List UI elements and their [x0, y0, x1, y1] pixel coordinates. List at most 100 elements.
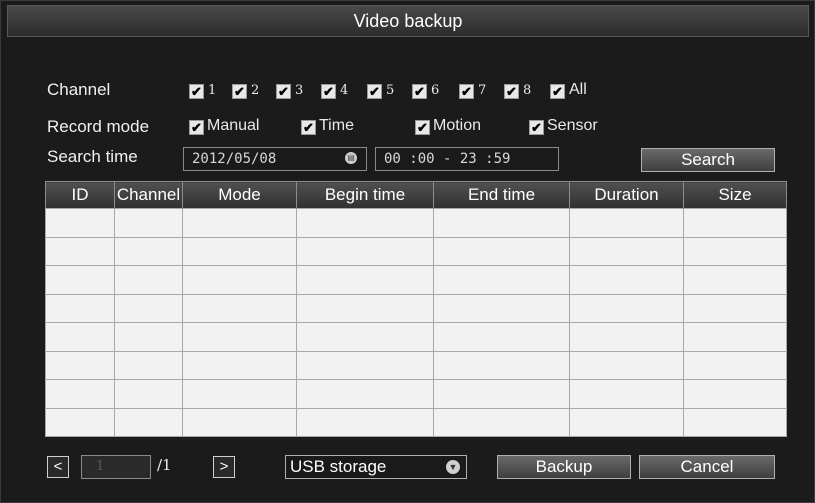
search-time-range-field[interactable]: 00 :00 - 23 :59 — [375, 147, 559, 171]
cancel-button[interactable]: Cancel — [639, 455, 775, 479]
table-cell — [182, 236, 297, 266]
column-header-channel: Channel — [114, 181, 183, 209]
channel-6-checkbox[interactable]: ✔ — [412, 84, 427, 99]
backup-button[interactable]: Backup — [497, 455, 631, 479]
table-cell — [45, 236, 115, 266]
mode-time-checkbox[interactable]: ✔ — [301, 120, 316, 135]
channel-1-checkbox[interactable]: ✔ — [189, 84, 204, 99]
table-cell — [182, 407, 297, 437]
table-row[interactable] — [45, 379, 787, 409]
search-time-label: Search time — [47, 147, 138, 166]
mode-manual-label: Manual — [207, 117, 260, 134]
mode-time-label: Time — [319, 117, 354, 134]
table-cell — [45, 379, 115, 409]
channel-all-label: All — [569, 81, 587, 98]
table-cell — [182, 379, 297, 409]
table-cell — [182, 265, 297, 295]
table-cell — [114, 379, 183, 409]
table-cell — [114, 293, 183, 323]
table-cell — [433, 208, 570, 238]
table-cell — [433, 236, 570, 266]
search-date-field[interactable]: 2012/05/08 — [183, 147, 367, 171]
table-cell — [296, 350, 434, 380]
column-header-id: ID — [45, 181, 115, 209]
table-cell — [433, 265, 570, 295]
storage-select-value: USB storage — [290, 457, 387, 476]
table-row[interactable] — [45, 350, 787, 380]
table-cell — [45, 208, 115, 238]
mode-sensor-checkbox[interactable]: ✔ — [529, 120, 544, 135]
channel-3-checkbox[interactable]: ✔ — [276, 84, 291, 99]
table-row[interactable] — [45, 322, 787, 352]
chevron-down-icon[interactable]: ▼ — [446, 460, 460, 474]
table-cell — [182, 293, 297, 323]
mode-manual-checkbox[interactable]: ✔ — [189, 120, 204, 135]
channel-4-checkbox[interactable]: ✔ — [321, 84, 336, 99]
table-cell — [182, 350, 297, 380]
table-row[interactable] — [45, 208, 787, 238]
table-row[interactable] — [45, 265, 787, 295]
channel-5-label: 5 — [386, 83, 395, 98]
table-cell — [114, 407, 183, 437]
channel-all-checkbox[interactable]: ✔ — [550, 84, 565, 99]
table-cell — [45, 350, 115, 380]
table-cell — [296, 236, 434, 266]
table-cell — [114, 350, 183, 380]
table-cell — [683, 379, 787, 409]
record-mode-label: Record mode — [47, 117, 150, 136]
table-cell — [182, 208, 297, 238]
table-cell — [45, 322, 115, 352]
table-cell — [296, 379, 434, 409]
table-header-row: ID Channel Mode Begin time End time Dura… — [45, 181, 787, 209]
table-cell — [114, 208, 183, 238]
table-cell — [433, 407, 570, 437]
mode-motion-label: Motion — [433, 117, 482, 134]
calendar-icon[interactable]: ▤ — [345, 152, 357, 164]
table-cell — [569, 265, 684, 295]
table-cell — [569, 208, 684, 238]
channel-8-label: 8 — [523, 83, 532, 98]
table-cell — [569, 293, 684, 323]
next-page-button[interactable]: > — [213, 456, 235, 478]
column-header-size: Size — [683, 181, 787, 209]
table-cell — [433, 379, 570, 409]
table-cell — [569, 350, 684, 380]
mode-motion-checkbox[interactable]: ✔ — [415, 120, 430, 135]
table-cell — [433, 293, 570, 323]
table-cell — [296, 322, 434, 352]
channel-6-label: 6 — [431, 83, 440, 98]
table-cell — [683, 407, 787, 437]
table-cell — [45, 407, 115, 437]
channel-8-checkbox[interactable]: ✔ — [504, 84, 519, 99]
storage-select[interactable]: USB storage ▼ — [285, 455, 467, 479]
table-cell — [433, 350, 570, 380]
column-header-duration: Duration — [569, 181, 684, 209]
table-cell — [45, 265, 115, 295]
channel-7-checkbox[interactable]: ✔ — [459, 84, 474, 99]
page-number-input[interactable]: 1 — [81, 455, 151, 479]
channel-label: Channel — [47, 80, 111, 99]
table-row[interactable] — [45, 407, 787, 437]
channel-2-label: 2 — [251, 83, 260, 98]
video-backup-dialog: Video backup Channel ✔ 1 ✔ 2 ✔ 3 ✔ 4 ✔ 5… — [0, 0, 815, 503]
table-cell — [683, 350, 787, 380]
page-total-label: /1 — [157, 456, 172, 474]
table-row[interactable] — [45, 236, 787, 266]
table-row[interactable] — [45, 293, 787, 323]
table-cell — [296, 208, 434, 238]
channel-2-checkbox[interactable]: ✔ — [232, 84, 247, 99]
table-cell — [114, 265, 183, 295]
table-cell — [114, 322, 183, 352]
previous-page-button[interactable]: < — [47, 456, 69, 478]
table-cell — [433, 322, 570, 352]
dialog-title: Video backup — [7, 5, 809, 37]
column-header-end-time: End time — [433, 181, 570, 209]
channel-5-checkbox[interactable]: ✔ — [367, 84, 382, 99]
table-cell — [569, 322, 684, 352]
channel-7-label: 7 — [478, 83, 487, 98]
table-cell — [296, 293, 434, 323]
channel-3-label: 3 — [295, 83, 304, 98]
table-cell — [569, 236, 684, 266]
search-button[interactable]: Search — [641, 148, 775, 172]
column-header-mode: Mode — [182, 181, 297, 209]
